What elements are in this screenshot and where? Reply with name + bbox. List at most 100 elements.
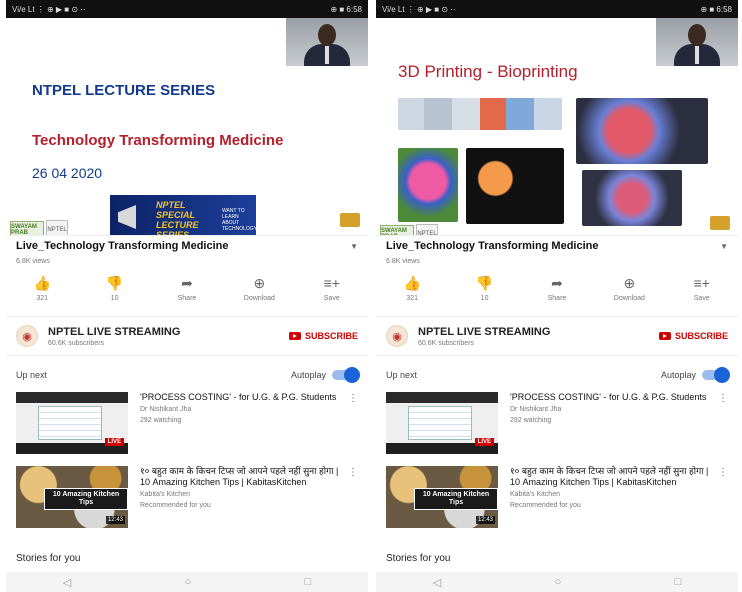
thumbs-down-icon: 👎 xyxy=(475,275,494,291)
thumbnail-caption: 10 Amazing Kitchen Tips xyxy=(414,488,498,510)
channel-watermark-logo xyxy=(340,213,360,227)
back-icon[interactable]: ◁ xyxy=(63,576,71,589)
up-next-header: Up next Autoplay xyxy=(386,366,730,384)
video-thumbnail[interactable]: LIVE xyxy=(386,392,498,454)
status-right-text: ⊕ ■ 6:58 xyxy=(330,4,362,14)
subscribe-label: SUBSCRIBE xyxy=(674,331,728,341)
banner-small-text: WANT TO LEARN ABOUT TECHNOLOGY xyxy=(222,208,258,232)
live-badge: LIVE xyxy=(104,438,124,446)
autoplay-label: Autoplay xyxy=(290,370,326,380)
video-thumbnail[interactable]: LIVE xyxy=(16,392,128,454)
channel-watermark-logo xyxy=(710,216,730,230)
recents-icon[interactable]: □ xyxy=(675,576,682,588)
video-title-row[interactable]: Live_Technology Transforming Medicine ▼ xyxy=(386,235,728,257)
rec-channel: Kabita's Kitchen xyxy=(510,491,560,498)
video-duration: 12:43 xyxy=(475,516,495,524)
slide-series-title: NTPEL LECTURE SERIES xyxy=(32,82,216,99)
stories-heading: Stories for you xyxy=(386,553,451,564)
share-label: Share xyxy=(177,295,197,302)
rec-title: १० बहुत काम के किचन टिप्स जो आपने पहले न… xyxy=(140,466,339,487)
autoplay-label: Autoplay xyxy=(660,370,696,380)
rec-meta: Recommended for you xyxy=(140,502,211,509)
rec-meta: Recommended for you xyxy=(510,502,581,509)
rec-meta: 292 watching xyxy=(140,417,182,424)
dislike-count: 10 xyxy=(480,295,489,302)
rec-channel: Dr Nishikant Jha xyxy=(140,406,192,413)
like-button[interactable]: 👍 321 xyxy=(14,275,70,313)
save-button[interactable]: ≡+ Save xyxy=(304,275,360,313)
printed-heart-image xyxy=(398,148,458,222)
video-player[interactable]: 3D Printing - Bioprinting SWAYAM PRAB NP… xyxy=(376,18,738,236)
recents-icon[interactable]: □ xyxy=(305,576,312,588)
dislike-count: 10 xyxy=(110,295,119,302)
status-left-text: Vi/e Lt ⋮ ⊕ ▶ ■ ⊙ ·· xyxy=(12,4,86,14)
channel-avatar[interactable]: ◉ xyxy=(16,325,38,347)
more-options-icon[interactable]: ⋮ xyxy=(348,468,358,478)
save-label: Save xyxy=(693,295,710,302)
recommended-video[interactable]: 10 Amazing Kitchen Tips 12:43 १० बहुत काम… xyxy=(386,466,728,530)
view-count: 6.8K views xyxy=(386,258,420,265)
action-bar: 👍 321 👎 10 ➦ Share ⊕ Download ≡+ Save xyxy=(376,275,738,313)
android-nav-bar: ◁ ○ □ xyxy=(376,572,738,592)
thumbnail-caption: 10 Amazing Kitchen Tips xyxy=(44,488,128,510)
expand-description-icon[interactable]: ▼ xyxy=(720,242,728,251)
home-icon[interactable]: ○ xyxy=(185,576,192,588)
heart-anatomy-image xyxy=(576,98,708,164)
save-button[interactable]: ≡+ Save xyxy=(674,275,730,313)
rec-title: १० बहुत काम के किचन टिप्स जो आपने पहले न… xyxy=(510,466,709,487)
up-next-header: Up next Autoplay xyxy=(16,366,360,384)
status-bar: Vi/e Lt ⋮ ⊕ ▶ ■ ⊙ ·· ⊕ ■ 6:58 xyxy=(6,0,368,18)
slide-date: 26 04 2020 xyxy=(32,165,103,181)
back-icon[interactable]: ◁ xyxy=(433,576,441,589)
share-button[interactable]: ➦ Share xyxy=(159,275,215,313)
speaker-webcam xyxy=(286,18,368,66)
autoplay-toggle[interactable] xyxy=(702,367,730,383)
action-bar: 👍 321 👎 10 ➦ Share ⊕ Download ≡+ Save xyxy=(6,275,368,313)
download-button[interactable]: ⊕ Download xyxy=(601,275,657,313)
recommended-video[interactable]: 10 Amazing Kitchen Tips 12:43 १० बहुत काम… xyxy=(16,466,358,530)
home-icon[interactable]: ○ xyxy=(555,576,562,588)
autoplay-toggle[interactable] xyxy=(332,367,360,383)
playlist-add-icon: ≡+ xyxy=(323,275,340,291)
more-options-icon[interactable]: ⋮ xyxy=(718,468,728,478)
channel-row[interactable]: ◉ NPTEL LIVE STREAMING 60.6K subscribers… xyxy=(6,316,368,356)
channel-avatar[interactable]: ◉ xyxy=(386,325,408,347)
video-player[interactable]: NTPEL LECTURE SERIES Technology Transfor… xyxy=(6,18,368,236)
subscribe-button[interactable]: SUBSCRIBE xyxy=(658,331,728,341)
youtube-icon xyxy=(288,332,301,340)
stories-heading: Stories for you xyxy=(16,553,81,564)
thumbs-up-icon: 👍 xyxy=(403,275,421,291)
recommended-video[interactable]: LIVE 'PROCESS COSTING' - for U.G. & P.G.… xyxy=(386,392,728,456)
android-nav-bar: ◁ ○ □ xyxy=(6,572,368,592)
like-count: 321 xyxy=(36,295,49,302)
video-thumbnail[interactable]: 10 Amazing Kitchen Tips 12:43 xyxy=(16,466,128,528)
share-label: Share xyxy=(547,295,567,302)
megaphone-icon xyxy=(118,205,136,229)
live-badge: LIVE xyxy=(474,438,494,446)
dislike-button[interactable]: 👎 10 xyxy=(87,275,143,313)
like-button[interactable]: 👍 321 xyxy=(384,275,440,313)
video-title-row[interactable]: Live_Technology Transforming Medicine ▼ xyxy=(16,235,358,257)
subscriber-count: 60.6K subscribers xyxy=(418,339,475,347)
up-next-label: Up next xyxy=(386,370,418,380)
thumbs-down-icon: 👎 xyxy=(105,275,124,291)
status-left-text: Vi/e Lt ⋮ ⊕ ▶ ■ ⊙ ·· xyxy=(382,4,456,14)
channel-row[interactable]: ◉ NPTEL LIVE STREAMING 60.6K subscribers… xyxy=(376,316,738,356)
video-thumbnail[interactable]: 10 Amazing Kitchen Tips 12:43 xyxy=(386,466,498,528)
status-bar: Vi/e Lt ⋮ ⊕ ▶ ■ ⊙ ·· ⊕ ■ 6:58 xyxy=(376,0,738,18)
subscribe-label: SUBSCRIBE xyxy=(304,331,358,341)
more-options-icon[interactable]: ⋮ xyxy=(718,394,728,404)
video-title: Live_Technology Transforming Medicine xyxy=(16,240,229,252)
expand-description-icon[interactable]: ▼ xyxy=(350,242,358,251)
nptel-logo: NPTEL xyxy=(46,220,68,235)
download-button[interactable]: ⊕ Download xyxy=(231,275,287,313)
subscribe-button[interactable]: SUBSCRIBE xyxy=(288,331,358,341)
screenshot-pair: Vi/e Lt ⋮ ⊕ ▶ ■ ⊙ ·· ⊕ ■ 6:58 NTPEL LECT… xyxy=(0,0,742,592)
dislike-button[interactable]: 👎 10 xyxy=(457,275,513,313)
recommended-video[interactable]: LIVE 'PROCESS COSTING' - for U.G. & P.G.… xyxy=(16,392,358,456)
share-button[interactable]: ➦ Share xyxy=(529,275,585,313)
more-options-icon[interactable]: ⋮ xyxy=(348,394,358,404)
subscriber-count: 60.6K subscribers xyxy=(48,339,105,347)
rec-title: 'PROCESS COSTING' - for U.G. & P.G. Stud… xyxy=(510,392,707,402)
phone-right: Vi/e Lt ⋮ ⊕ ▶ ■ ⊙ ·· ⊕ ■ 6:58 3D Printin… xyxy=(376,0,738,592)
